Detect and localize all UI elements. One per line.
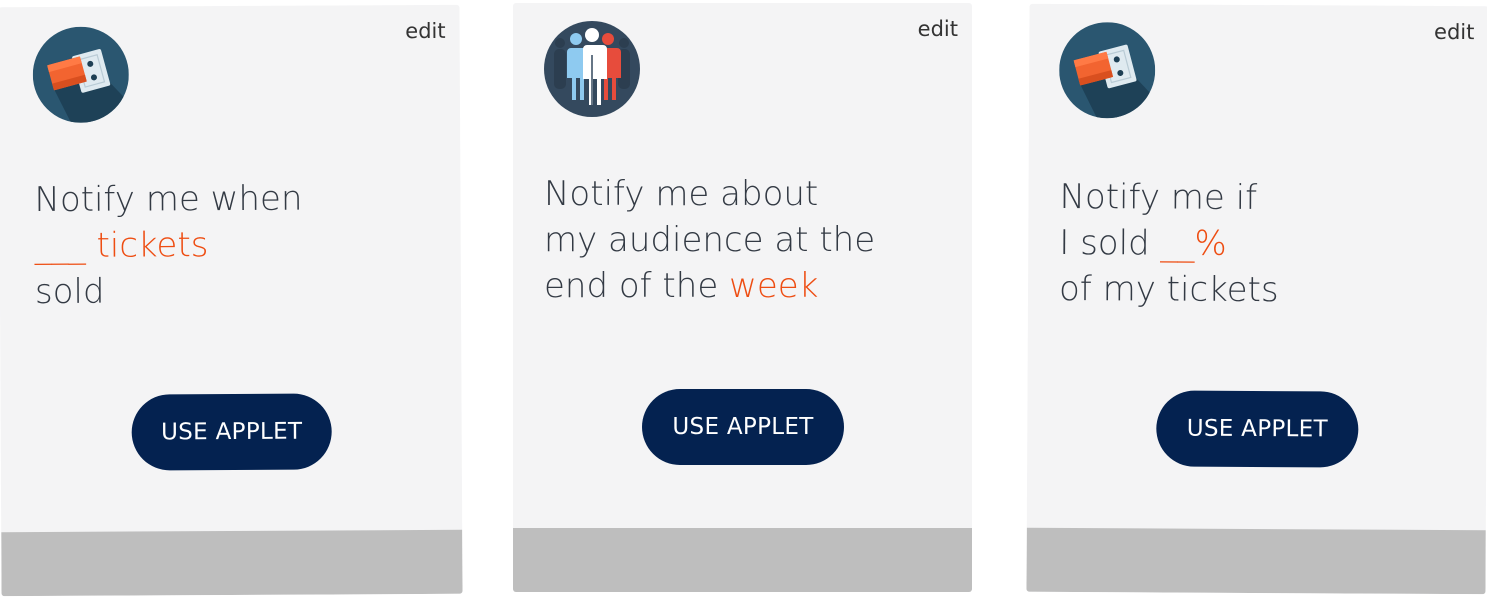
use-applet-button[interactable]: USE APPLET (131, 393, 332, 471)
applet-grid: edit Notify me when ___ tickets sold USE… (0, 0, 1487, 597)
card-footer (1026, 527, 1486, 595)
headline-line-3: of my tickets (1058, 268, 1279, 311)
tickets-icon (32, 26, 130, 124)
period-field[interactable]: week (729, 266, 818, 306)
edit-link[interactable]: edit (1434, 20, 1474, 44)
applet-card-tickets-sold: edit Notify me when ___ tickets sold USE… (0, 4, 463, 597)
headline-line-2-prefix: I sold (1059, 222, 1161, 264)
edit-link[interactable]: edit (405, 19, 445, 43)
headline-line-2: my audience at the (544, 220, 876, 260)
edit-link[interactable]: edit (918, 17, 958, 41)
audience-icon (544, 21, 640, 117)
card-footer (513, 528, 972, 592)
applet-description: Notify me when ___ tickets sold (34, 176, 303, 315)
headline-line-1: Notify me if (1059, 176, 1258, 218)
applet-description: Notify me if I sold __% of my tickets (1059, 174, 1279, 313)
applet-card-weekly-audience: edit Notify me about my audience at the … (513, 3, 972, 592)
tickets-count-field[interactable]: ___ tickets (35, 225, 209, 266)
headline-line-3: sold (34, 271, 105, 313)
tickets-icon (1059, 22, 1156, 119)
applet-description: Notify me about my audience at the end o… (544, 171, 875, 309)
headline-line-1: Notify me when (34, 178, 303, 221)
use-applet-button[interactable]: USE APPLET (1156, 390, 1359, 468)
headline-line-1: Notify me about (544, 174, 819, 214)
applet-card-percent-sold: edit Notify me if I sold __% of my ticke… (1026, 3, 1487, 595)
use-applet-button[interactable]: USE APPLET (642, 389, 844, 465)
headline-line-3-prefix: end of the (544, 266, 730, 306)
percent-field[interactable]: __% (1160, 223, 1227, 263)
card-footer (1, 529, 463, 597)
